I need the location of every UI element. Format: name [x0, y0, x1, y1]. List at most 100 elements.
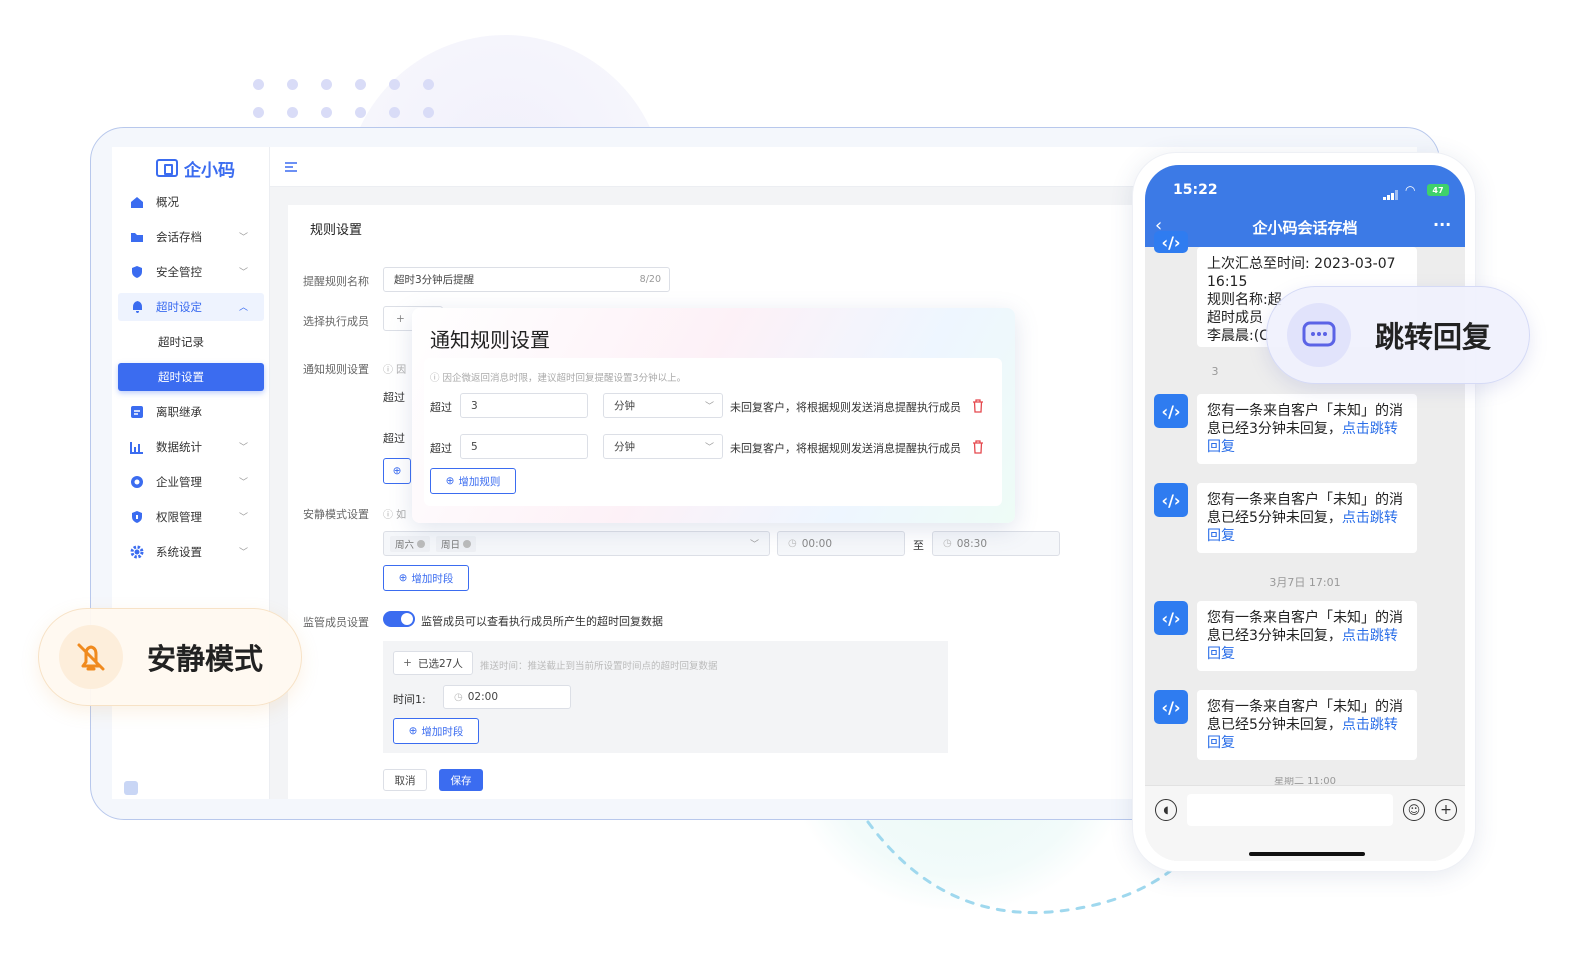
trash-icon[interactable]	[972, 439, 984, 458]
sidebar-item-permissions[interactable]: 权限管理 ﹀	[118, 503, 264, 531]
popup-title: 通知规则设置	[430, 328, 550, 352]
timestamp-partial: 星期二 11:00	[1274, 777, 1336, 785]
add-period-button[interactable]: ⊕ 增加时段	[383, 565, 469, 591]
sidebar-item-session-archive[interactable]: 会话存档 ﹀	[118, 223, 264, 251]
rule-1-minutes-input[interactable]: 3	[460, 393, 588, 418]
sidebar-item-label: 超时设定	[156, 300, 202, 314]
button-label: 已选27人	[417, 657, 463, 670]
sidebar-item-label: 数据统计	[156, 440, 202, 454]
close-icon[interactable]	[417, 539, 426, 548]
chat-title: 企小码会话存档	[1252, 219, 1358, 237]
select-value: 分钟	[614, 441, 635, 453]
chat-message[interactable]: 您有一条来自客户「未知」的消息已经5分钟未回复，点击跳转回复	[1197, 483, 1417, 553]
supervisor-text: 监管成员可以查看执行成员所产生的超时回复数据	[421, 615, 663, 628]
bot-avatar[interactable]: ‹/›	[1154, 394, 1188, 428]
sidebar-item-label: 系统设置	[156, 545, 202, 559]
folder-icon	[130, 230, 144, 244]
chat-message[interactable]: 您有一条来自客户「未知」的消息已经5分钟未回复，点击跳转回复	[1197, 690, 1417, 760]
notify-hint-partial: ⓘ 因	[383, 365, 407, 376]
logo-icon	[156, 159, 178, 177]
executor-label: 选择执行成员	[303, 315, 369, 328]
save-button[interactable]: 保存	[439, 769, 483, 791]
time1-input[interactable]: ◷ 02:00	[443, 685, 571, 709]
cancel-button[interactable]: 取消	[383, 769, 427, 791]
popup-body: ⓘ 因企微返回消息时限，建议超时回复提醒设置3分钟以上。 超过 3 分钟 ﹀ 未…	[424, 358, 1002, 506]
plus-icon: +	[403, 657, 412, 669]
rule-2-unit-select[interactable]: 分钟 ﹀	[603, 434, 723, 459]
section-title: 规则设置	[310, 223, 363, 238]
plus-icon[interactable]: +	[1435, 799, 1457, 821]
add-rule-button[interactable]: ⊕ 增加规则	[430, 468, 516, 494]
exceed-label-1: 超过	[383, 391, 405, 404]
to-label: 至	[913, 539, 924, 552]
tag-label: 周日	[441, 539, 461, 551]
plus-circle-icon: ⊕	[398, 572, 408, 584]
shield-icon	[130, 265, 144, 279]
chat-message[interactable]: 您有一条来自客户「未知」的消息已经3分钟未回复，点击跳转回复	[1197, 601, 1417, 671]
transfer-icon	[130, 405, 144, 419]
toggle-knob	[401, 613, 413, 625]
sidebar-item-enterprise[interactable]: 企业管理 ﹀	[118, 468, 264, 496]
more-icon[interactable]: ···	[1433, 215, 1451, 234]
button-label: 增加时段	[411, 572, 454, 585]
phone-screen: 15:22 ◠ 47 ‹ 企小码会话存档 ··· ‹/› 上次汇总至时间: 20…	[1145, 165, 1465, 861]
quiet-days-select[interactable]: 周六 周日 ﹀	[383, 531, 770, 556]
close-icon[interactable]	[463, 539, 472, 548]
selected-people-button[interactable]: + 已选27人	[393, 651, 473, 675]
sidebar-subitem-timeout-settings[interactable]: 超时设置	[118, 363, 264, 391]
time-value: 08:30	[956, 537, 987, 550]
battery-level: 47	[1432, 185, 1444, 195]
sidebar-item-statistics[interactable]: 数据统计 ﹀	[118, 433, 264, 461]
bot-avatar[interactable]: ‹/›	[1154, 231, 1188, 253]
phone-header: 15:22 ◠ 47 ‹ 企小码会话存档 ···	[1145, 165, 1465, 247]
trash-icon[interactable]	[972, 398, 984, 417]
bot-avatar[interactable]: ‹/›	[1154, 601, 1188, 635]
chevron-up-icon: ︿	[238, 303, 248, 313]
sidebar-item-label: 企业管理	[156, 475, 202, 489]
rule-1-unit-select[interactable]: 分钟 ﹀	[603, 393, 723, 418]
home-icon	[130, 195, 144, 209]
sidebar-item-system-settings[interactable]: 系统设置 ﹀	[118, 538, 264, 566]
jump-reply-callout: 跳转回复	[1266, 286, 1530, 384]
notify-rule-popup: 通知规则设置 ⓘ 因企微返回消息时限，建议超时回复提醒设置3分钟以上。 超过 3…	[412, 308, 1015, 523]
input-value: 5	[471, 440, 478, 453]
phone-frame: 15:22 ◠ 47 ‹ 企小码会话存档 ··· ‹/› 上次汇总至时间: 20…	[1132, 152, 1476, 872]
plus-circle-icon: ⊕	[445, 475, 455, 487]
sidebar-item-label: 概况	[156, 195, 179, 209]
chat-message[interactable]: 您有一条来自客户「未知」的消息已经3分钟未回复，点击跳转回复	[1197, 394, 1417, 464]
sidebar-item-timeout[interactable]: 超时设定 ︿	[118, 293, 264, 321]
sidebar-subitem-timeout-records[interactable]: 超时记录	[118, 328, 264, 356]
sidebar-item-security[interactable]: 安全管控 ﹀	[118, 258, 264, 286]
bot-avatar[interactable]: ‹/›	[1154, 690, 1188, 724]
chevron-down-icon: ﹀	[704, 402, 714, 412]
time1-label: 时间1:	[393, 693, 426, 706]
quiet-start-time[interactable]: ◷ 00:00	[777, 531, 905, 556]
gear-icon	[130, 545, 144, 559]
message-input[interactable]	[1187, 794, 1393, 826]
emoji-icon[interactable]: ☺	[1403, 799, 1425, 821]
quiet-mode-label: 安静模式设置	[303, 508, 369, 521]
voice-icon[interactable]: ◖	[1155, 799, 1177, 821]
chevron-down-icon: ﹀	[238, 478, 248, 488]
clock-icon: ◷	[943, 538, 952, 549]
add-rule-button-behind[interactable]: ⊕	[383, 458, 411, 484]
app-logo[interactable]: 企小码	[156, 157, 235, 181]
summary-line: 上次汇总至时间: 2023-03-07	[1207, 256, 1396, 272]
quiet-end-time[interactable]: ◷ 08:30	[932, 531, 1060, 556]
day-tag-sunday[interactable]: 周日	[436, 535, 477, 552]
sidebar-item-resign-inherit[interactable]: 离职继承	[118, 398, 264, 426]
menu-collapse-icon[interactable]	[284, 159, 298, 173]
sidebar-item-label: 会话存档	[156, 230, 202, 244]
chevron-down-icon: ﹀	[704, 443, 714, 453]
day-tag-saturday[interactable]: 周六	[390, 535, 431, 552]
supervisor-toggle[interactable]	[383, 611, 415, 627]
bot-avatar[interactable]: ‹/›	[1154, 483, 1188, 517]
add-period-button-2[interactable]: ⊕ 增加时段	[393, 718, 479, 744]
wifi-icon: ◠	[1405, 183, 1416, 197]
sidebar-item-overview[interactable]: 概况	[118, 188, 264, 216]
rule-name-input[interactable]: 超时3分钟后提醒 8/20	[383, 267, 670, 292]
rule-2-minutes-input[interactable]: 5	[460, 434, 588, 459]
clock-icon: ◷	[454, 691, 463, 703]
sidebar-item-label: 安全管控	[156, 265, 202, 279]
doc-icon[interactable]	[124, 781, 138, 795]
